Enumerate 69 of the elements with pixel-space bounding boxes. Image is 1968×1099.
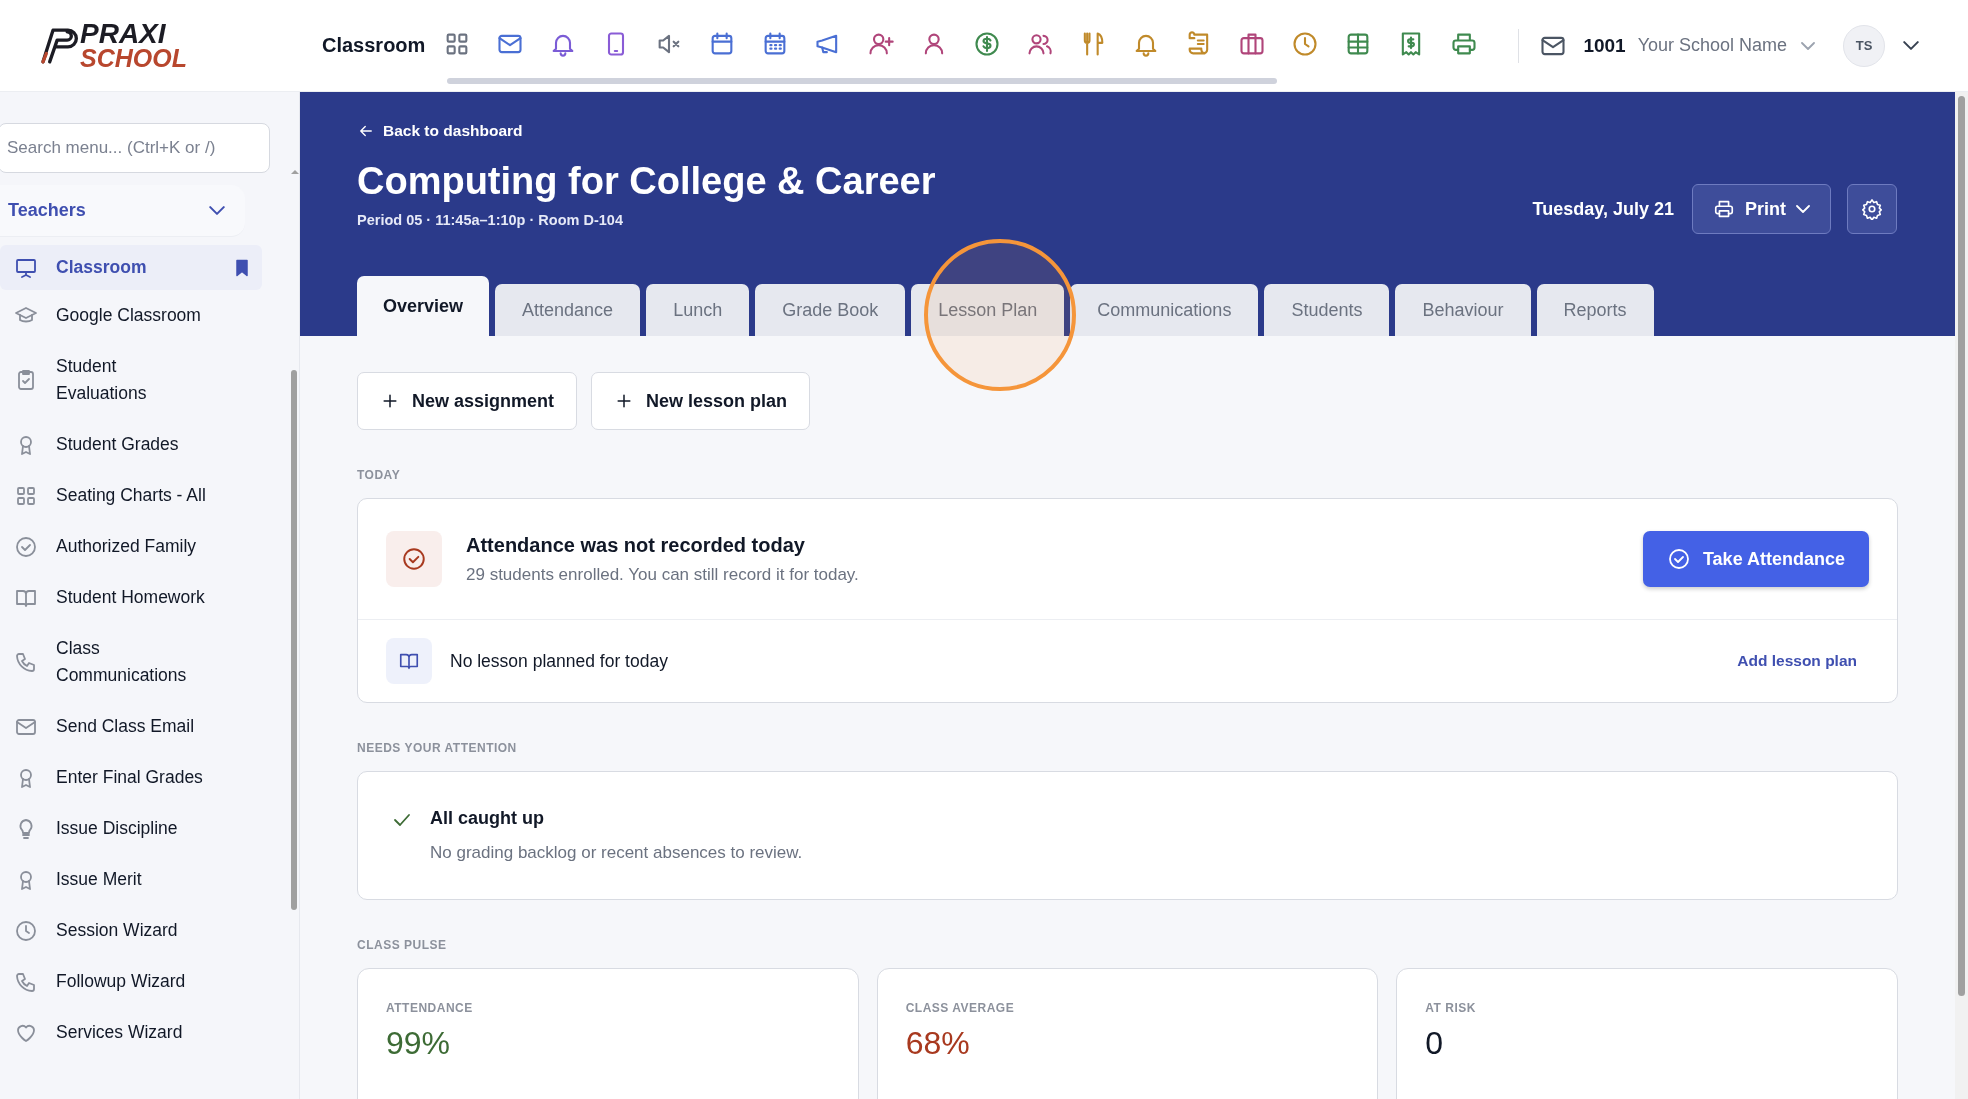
section-label: CLASS PULSE [357,938,448,952]
page-title: Computing for College & Career [357,159,936,204]
stat-label: CLASS AVERAGE [905,1001,1016,1015]
clock-icon [14,918,38,943]
module-title: Classroom [322,34,426,57]
sidebar-item[interactable]: Send Class Email [0,701,262,752]
tab[interactable]: Grade Book [755,284,906,336]
action-button[interactable]: New lesson plan [591,372,811,430]
sidebar-item[interactable]: Authorized Family [0,521,262,572]
attention-detail: No grading backlog or recent absences to review. [430,843,803,863]
lesson-status: No lesson planned for today [450,650,668,672]
stat-label: AT RISK [1425,1001,1477,1015]
section-label: TODAY [357,468,402,482]
printer-icon [1713,198,1735,220]
tab[interactable]: Students [1264,284,1390,336]
section-label: NEEDS YOUR ATTENTION [357,741,518,755]
attention-title: All caught up [430,808,545,829]
tab[interactable]: Communications [1070,284,1259,336]
stat-value: 0 [1425,1025,1445,1062]
sidebar-item[interactable]: Seating Charts - All [0,470,262,521]
stat-value: 68% [905,1025,971,1062]
back-link[interactable]: Back to dashboard [357,122,523,140]
logo-text: PRAXI [80,21,167,46]
tab[interactable]: Attendance [495,284,641,336]
sidebar-item[interactable]: Student Homework [0,572,262,623]
sidebar-item[interactable]: Classroom [0,245,262,290]
add-lesson-plan-link[interactable]: Add lesson plan [1737,652,1857,670]
stat-value: 99% [386,1025,452,1062]
sidebar-item[interactable]: Class Communications [0,623,262,701]
check-circle-icon [401,546,427,572]
school-code: 1001 [1583,34,1626,57]
chevron-down-icon [1903,41,1920,50]
toolbar-scrollbar[interactable] [447,77,1278,84]
logo-text: SCHOOL [80,45,187,70]
sidebar-item[interactable]: Google Classroom [0,290,262,341]
sidebar-item[interactable]: Services Wizard [0,1007,262,1058]
chevron-down-icon [1796,205,1810,213]
sidebar-item[interactable]: Enter Final Grades [0,752,262,803]
check-circle-icon [1666,547,1691,571]
check-circle-icon [14,534,38,559]
settings-icon [1861,198,1883,220]
print-button[interactable]: Print [1692,184,1831,234]
page-scrollbar[interactable] [1958,96,1965,996]
school-name[interactable]: Your School Name [1637,35,1788,56]
tab[interactable]: Reports [1536,284,1654,336]
attendance-detail: 29 students enrolled. You can still record it for today. [466,564,859,585]
chevron-down-icon [209,206,225,215]
sidebar-item[interactable]: Student Evaluations [0,341,262,419]
settings-button[interactable] [1847,184,1897,234]
attendance-title: Attendance was not recorded today [466,533,806,557]
search-menu-field[interactable]: Search menu... (Ctrl+K or /) [0,123,270,173]
tab[interactable]: Lunch [646,284,750,336]
chevron-down-icon [1801,41,1816,50]
sidebar-item[interactable]: Student Grades [0,419,262,470]
phone-icon [14,650,38,674]
tab[interactable]: Overview [357,276,490,336]
date-label: Tuesday, July 21 [1532,198,1674,220]
sidebar-scrollbar[interactable] [291,370,297,910]
user-avatar[interactable]: TS [1843,24,1886,67]
action-button[interactable]: New assignment [357,372,578,430]
logo[interactable]: PRAXI SCHOOL [38,15,198,76]
sidebar-item[interactable]: Issue Merit [0,854,262,905]
sidebar-item[interactable]: Followup Wizard [0,956,262,1007]
sidebar-item[interactable]: Session Wizard [0,905,262,956]
sidebar-item[interactable]: Issue Discipline [0,803,262,854]
tab[interactable]: Behaviour [1395,284,1531,336]
class-details: Period 05 · 11:45a–1:10p · Room D-104 [357,212,624,228]
stat-label: ATTENDANCE [386,1001,474,1015]
take-attendance-button[interactable]: Take Attendance [1642,531,1869,587]
